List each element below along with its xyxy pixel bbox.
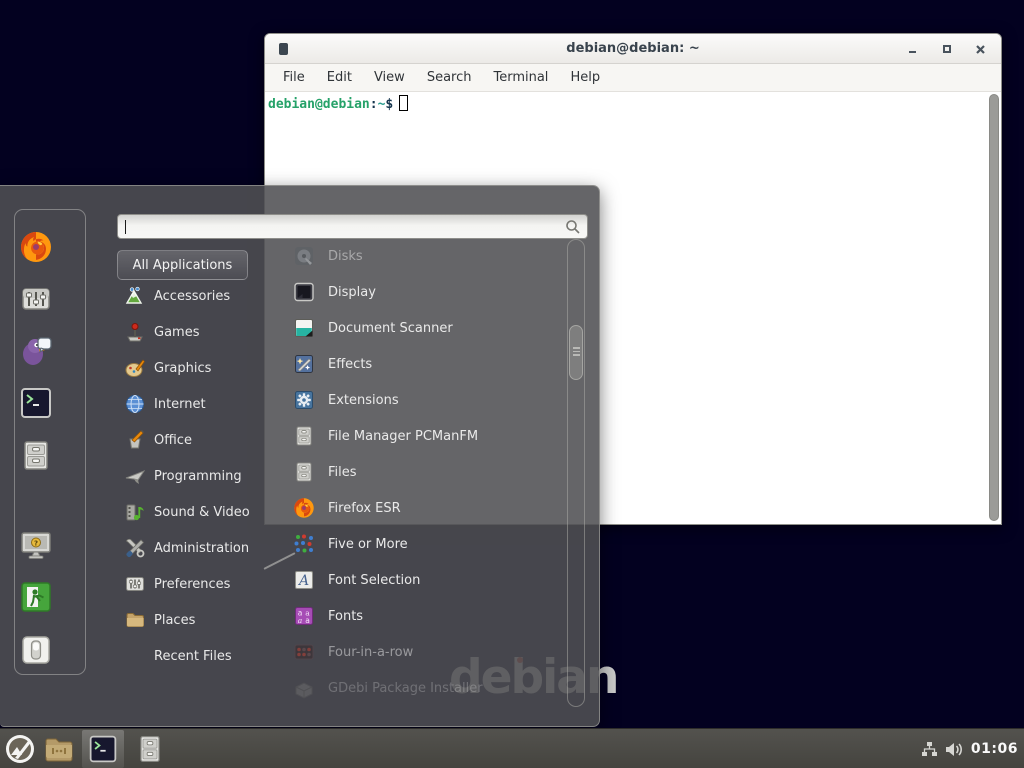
accessories-icon xyxy=(125,286,145,306)
file-manager-favorite-icon[interactable] xyxy=(19,438,53,472)
category-all-applications[interactable]: All Applications xyxy=(117,250,248,280)
file-manager-icon xyxy=(293,425,315,447)
category-graphics[interactable]: Graphics xyxy=(117,350,267,386)
menu-scrollbar-thumb[interactable] xyxy=(569,325,583,380)
app-gdebi-package-installer[interactable]: GDebi Package Installer xyxy=(281,670,567,706)
file-manager-launcher[interactable] xyxy=(40,730,78,768)
lock-screen-favorite-icon[interactable]: ? xyxy=(19,528,53,562)
terminal-titlebar[interactable]: debian@debian: ~ xyxy=(265,34,1001,64)
menu-search[interactable]: Search xyxy=(417,67,482,88)
application-menu: ? xyxy=(0,185,600,727)
extensions-icon xyxy=(293,389,315,411)
font-selection-icon: A xyxy=(293,569,315,591)
menu-button[interactable] xyxy=(0,730,40,768)
pidgin-favorite-icon[interactable] xyxy=(19,334,53,368)
close-button[interactable] xyxy=(974,43,987,56)
graphics-icon xyxy=(125,358,145,378)
app-document-scanner[interactable]: Document Scanner xyxy=(281,310,567,346)
app-extensions[interactable]: Extensions xyxy=(281,382,567,418)
terminal-icon xyxy=(88,734,118,764)
svg-text:A: A xyxy=(297,573,309,589)
shell-prompt: debian@debian:~$ xyxy=(265,92,1001,112)
minimize-button[interactable] xyxy=(906,43,919,56)
app-fonts[interactable]: a a a a Fonts xyxy=(281,598,567,634)
category-recent-files[interactable]: Recent Files xyxy=(117,638,267,674)
application-list: Disks Display Document Scanner xyxy=(281,238,567,706)
fonts-icon: a a a a xyxy=(293,605,315,627)
app-disks[interactable]: Disks xyxy=(281,238,567,274)
maximize-button[interactable] xyxy=(940,43,953,56)
tweaks-favorite-icon[interactable] xyxy=(19,282,53,316)
terminal-menubar: File Edit View Search Terminal Help xyxy=(265,64,1001,92)
taskbar-terminal-window-button[interactable] xyxy=(82,730,124,768)
category-internet[interactable]: Internet xyxy=(117,386,267,422)
office-icon xyxy=(125,430,145,450)
effects-icon xyxy=(293,353,315,375)
disks-icon xyxy=(293,245,315,267)
system-tray: 01:06 xyxy=(921,729,1018,768)
menu-help[interactable]: Help xyxy=(560,67,610,88)
text-caret xyxy=(125,220,126,234)
administration-icon xyxy=(125,538,145,558)
internet-icon xyxy=(125,394,145,414)
file-cabinet-icon xyxy=(136,734,164,764)
search-input[interactable] xyxy=(117,214,588,239)
preferences-icon xyxy=(125,574,145,594)
terminal-scrollbar[interactable] xyxy=(989,94,999,521)
menu-terminal[interactable]: Terminal xyxy=(483,67,558,88)
menu-view[interactable]: View xyxy=(364,67,415,88)
menu-scrollbar-track[interactable] xyxy=(567,239,585,707)
category-programming[interactable]: Programming xyxy=(117,458,267,494)
category-list: Accessories Games G xyxy=(117,278,267,674)
logout-favorite-icon[interactable] xyxy=(19,580,53,614)
games-icon xyxy=(125,322,145,342)
gdebi-icon xyxy=(293,677,315,699)
category-places[interactable]: Places xyxy=(117,602,267,638)
firefox-icon xyxy=(293,497,315,519)
files-icon xyxy=(293,461,315,483)
app-file-manager-pcmanfm[interactable]: File Manager PCManFM xyxy=(281,418,567,454)
app-display[interactable]: Display xyxy=(281,274,567,310)
app-four-in-a-row[interactable]: Four-in-a-row xyxy=(281,634,567,670)
volume-icon[interactable] xyxy=(945,741,964,758)
category-accessories[interactable]: Accessories xyxy=(117,278,267,314)
menu-edit[interactable]: Edit xyxy=(317,67,362,88)
prompt-user-host: debian@debian xyxy=(268,97,370,112)
sound-video-icon xyxy=(125,502,145,522)
terminal-title: debian@debian: ~ xyxy=(265,41,1001,56)
search-icon xyxy=(565,219,581,235)
app-effects[interactable]: Effects xyxy=(281,346,567,382)
taskbar: 01:06 xyxy=(0,728,1024,768)
svg-text:?: ? xyxy=(34,540,38,548)
menu-logo-icon xyxy=(5,734,35,764)
app-firefox-esr[interactable]: Firefox ESR xyxy=(281,490,567,526)
app-font-selection[interactable]: A Font Selection xyxy=(281,562,567,598)
app-five-or-more[interactable]: Five or More xyxy=(281,526,567,562)
taskbar-files-button[interactable] xyxy=(128,730,172,768)
firefox-favorite-icon[interactable] xyxy=(19,230,53,264)
category-sound-video[interactable]: Sound & Video xyxy=(117,494,267,530)
app-files[interactable]: Files xyxy=(281,454,567,490)
menu-file[interactable]: File xyxy=(273,67,315,88)
five-or-more-icon xyxy=(293,533,315,555)
folder-icon xyxy=(44,735,74,763)
category-administration[interactable]: Administration xyxy=(117,530,267,566)
terminal-favorite-icon[interactable] xyxy=(19,386,53,420)
programming-icon xyxy=(125,466,145,486)
svg-text:a: a xyxy=(298,616,302,625)
category-preferences[interactable]: Preferences xyxy=(117,566,267,602)
category-office[interactable]: Office xyxy=(117,422,267,458)
clock[interactable]: 01:06 xyxy=(971,741,1018,757)
desktop: debian debian@debian: ~ File Edit View S… xyxy=(0,0,1024,768)
places-icon xyxy=(125,610,145,630)
shutdown-favorite-icon[interactable] xyxy=(19,633,53,667)
close-icon xyxy=(975,44,986,55)
terminal-cursor xyxy=(399,95,408,111)
display-icon xyxy=(293,281,315,303)
svg-text:a: a xyxy=(305,616,310,625)
document-scanner-icon xyxy=(293,317,315,339)
category-games[interactable]: Games xyxy=(117,314,267,350)
four-in-a-row-icon xyxy=(293,641,315,663)
network-icon[interactable] xyxy=(921,741,938,758)
